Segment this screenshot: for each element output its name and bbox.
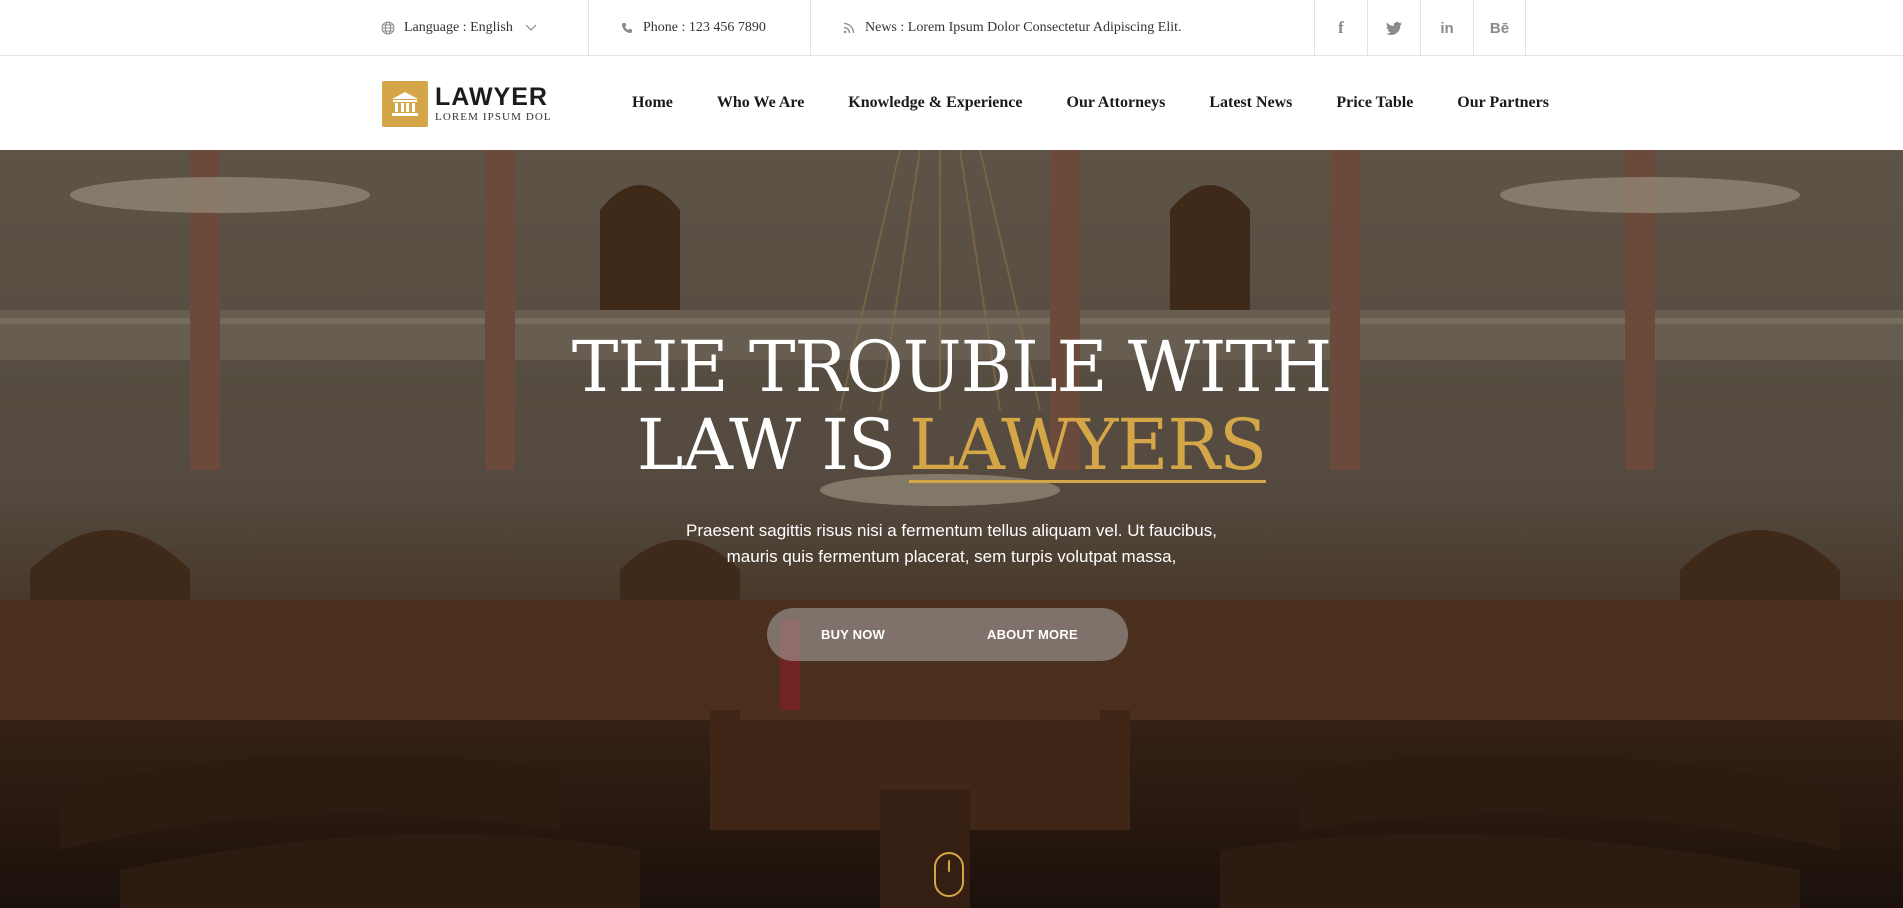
twitter-icon[interactable] [1367,0,1420,56]
hero-title: THE TROUBLE WITH LAW IS LAWYERS [0,328,1903,484]
main-nav: Home Who We Are Knowledge & Experience O… [610,56,1571,150]
behance-icon[interactable]: Bē [1473,0,1526,56]
facebook-icon[interactable]: f [1314,0,1367,56]
hero-subtitle-line1: Praesent sagittis risus nisi a fermentum… [685,521,1217,540]
chevron-down-icon[interactable] [525,24,537,32]
hero-cta-group: BUY NOW ABOUT MORE [767,608,1128,661]
social-links: f in Bē [1314,0,1526,56]
hero-section: THE TROUBLE WITH LAW IS LAWYERS Praesent … [0,150,1903,908]
linkedin-icon[interactable]: in [1420,0,1473,56]
nav-item-home[interactable]: Home [632,94,673,112]
nav-item-latest-news[interactable]: Latest News [1209,94,1292,112]
news-label: News : Lorem Ipsum Dolor Consectetur Adi… [865,20,1182,35]
rss-icon [841,20,857,36]
nav-item-price-table[interactable]: Price Table [1336,94,1413,112]
news-ticker: News : Lorem Ipsum Dolor Consectetur Adi… [810,0,1294,56]
top-bar: Language : English Phone : 123 456 7890 … [0,0,1903,56]
hero-title-line2-prefix: LAW IS [636,404,896,486]
phone-label: Phone : 123 456 7890 [643,20,766,35]
logo-subtitle: LOREM IPSUM DOL [435,110,552,123]
scroll-down-icon[interactable] [934,852,964,897]
hero-title-accent: LAWYERS [908,404,1267,486]
hero-title-line1: THE TROUBLE WITH [571,326,1332,408]
nav-item-who-we-are[interactable]: Who We Are [717,94,804,112]
nav-item-knowledge-experience[interactable]: Knowledge & Experience [848,94,1022,112]
language-label: Language : English [404,20,513,35]
main-header: LAWYER LOREM IPSUM DOL Home Who We Are K… [0,56,1903,150]
nav-item-our-partners[interactable]: Our Partners [1457,94,1549,112]
phone-info: Phone : 123 456 7890 [588,0,810,56]
language-selector[interactable]: Language : English [380,0,588,56]
hero-subtitle-line2: mauris quis fermentum placerat, sem turp… [726,547,1177,566]
globe-icon [380,20,396,36]
nav-item-our-attorneys[interactable]: Our Attorneys [1067,94,1166,112]
hero-subtitle: Praesent sagittis risus nisi a fermentum… [0,518,1903,570]
buy-now-button[interactable]: BUY NOW [821,627,885,642]
logo-title: LAWYER [435,82,548,111]
courthouse-icon [382,81,428,127]
phone-icon [619,20,635,36]
about-more-button[interactable]: ABOUT MORE [987,627,1078,642]
site-logo[interactable]: LAWYER LOREM IPSUM DOL [382,81,552,127]
